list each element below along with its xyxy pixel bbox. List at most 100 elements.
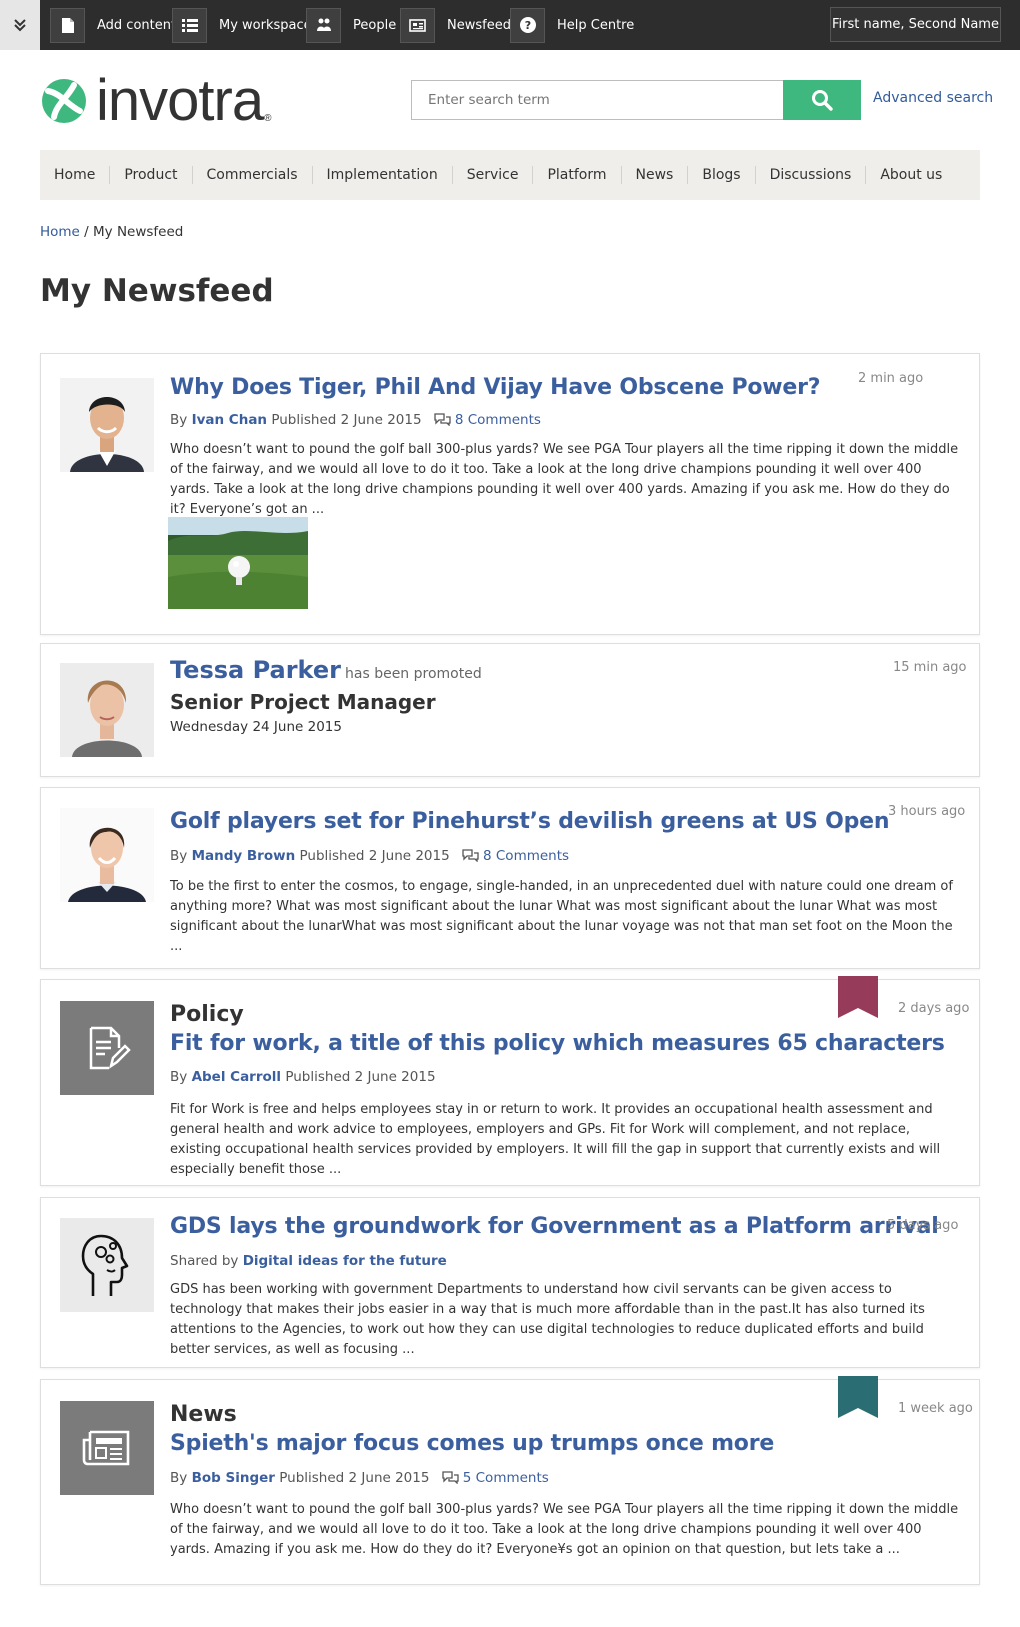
- person-link[interactable]: Tessa Parker: [170, 656, 341, 684]
- comments-icon: [462, 849, 479, 862]
- meta-by-label: By: [170, 412, 188, 428]
- feed-item-title[interactable]: Spieth's major focus comes up trumps onc…: [170, 1431, 774, 1456]
- admin-toolbar: Add content My workspace People Newsfeed…: [0, 0, 1020, 50]
- feed-item-title[interactable]: GDS lays the groundwork for Government a…: [170, 1214, 939, 1239]
- shared-by-label: Shared by: [170, 1253, 239, 1269]
- promotion-role: Senior Project Manager: [170, 690, 436, 714]
- feed-item-excerpt: Who doesn’t want to pound the golf ball …: [170, 442, 959, 517]
- search-input[interactable]: [411, 80, 784, 120]
- nav-item-home[interactable]: Home: [40, 166, 111, 184]
- policy-type-tile[interactable]: [60, 1001, 154, 1095]
- idea-type-tile[interactable]: [60, 1218, 154, 1312]
- logo-wordmark: invotra: [96, 68, 264, 133]
- feed-item-time: 2 min ago: [858, 371, 924, 386]
- toolbar-newsfeed-label: Newsfeed: [447, 17, 511, 33]
- person-avatar[interactable]: [60, 663, 154, 757]
- bookmark-icon[interactable]: [838, 976, 878, 1018]
- toolbar-people[interactable]: People: [306, 0, 396, 50]
- list-icon: [172, 7, 207, 43]
- newspaper-icon: [400, 7, 435, 43]
- feed-item-time: 2 days ago: [898, 1001, 970, 1016]
- question-icon: ?: [510, 7, 545, 43]
- feed-item-time: 3 hours ago: [888, 804, 966, 819]
- toolbar-add-content[interactable]: Add content: [50, 0, 176, 50]
- feed-item-title[interactable]: Fit for work, a title of this policy whi…: [170, 1031, 945, 1056]
- nav-item-about-us[interactable]: About us: [866, 166, 956, 184]
- comments-link[interactable]: 8 Comments: [434, 412, 541, 428]
- author-link[interactable]: Mandy Brown: [192, 848, 296, 864]
- head-gears-icon: [81, 1234, 129, 1296]
- news-type-tile[interactable]: [60, 1401, 154, 1495]
- author-link[interactable]: Ivan Chan: [192, 412, 267, 428]
- feed-item-excerpt: Who doesn’t want to pound the golf ball …: [170, 1502, 959, 1557]
- toolbar-newsfeed[interactable]: Newsfeed: [400, 0, 511, 50]
- comments-link[interactable]: 5 Comments: [442, 1470, 549, 1486]
- nav-item-service[interactable]: Service: [453, 166, 534, 184]
- advanced-search-link[interactable]: Advanced search: [873, 90, 993, 106]
- promoted-person-name: Tessa Parker has been promoted: [170, 656, 482, 684]
- feed-item-meta: By Bob Singer Published 2 June 2015 5 Co…: [170, 1470, 549, 1486]
- author-avatar[interactable]: [60, 808, 154, 902]
- feed-item-excerpt: To be the first to enter the cosmos, to …: [170, 879, 953, 954]
- comments-count: 5 Comments: [462, 1470, 549, 1486]
- invotra-logo-mark-icon: [42, 79, 86, 123]
- meta-by-label: By: [170, 848, 188, 864]
- toolbar-my-workspace[interactable]: My workspace: [172, 0, 312, 50]
- bookmark-icon[interactable]: [838, 1376, 878, 1418]
- feed-item-title[interactable]: Why Does Tiger, Phil And Vijay Have Obsc…: [170, 375, 821, 400]
- user-menu-button[interactable]: First name, Second Name: [830, 7, 1001, 42]
- invotra-logo[interactable]: invotra ®: [40, 72, 271, 130]
- published-date: Published 2 June 2015: [299, 848, 450, 864]
- author-avatar[interactable]: [60, 378, 154, 472]
- comments-link[interactable]: 8 Comments: [462, 848, 569, 864]
- logo-registered-mark: ®: [264, 113, 272, 124]
- comments-icon: [442, 1471, 459, 1484]
- feed-item: Golf players set for Pinehurst’s devilis…: [40, 787, 980, 969]
- feed-item-time: 5 days ago: [887, 1218, 959, 1233]
- search-button[interactable]: [783, 80, 861, 120]
- policy-document-edit-icon: [89, 1026, 131, 1070]
- toolbar-toggle-button[interactable]: [0, 0, 40, 50]
- toolbar-help-centre-label: Help Centre: [557, 17, 635, 33]
- author-link[interactable]: Bob Singer: [192, 1470, 275, 1486]
- feed-item-type-label: Policy: [170, 1002, 244, 1027]
- feed-item-type-label: News: [170, 1402, 237, 1427]
- article-thumbnail-golf-ball[interactable]: [168, 517, 308, 609]
- feed-item-excerpt: GDS has been working with government Dep…: [170, 1282, 925, 1357]
- meta-by-label: By: [170, 1470, 188, 1486]
- nav-item-commercials[interactable]: Commercials: [193, 166, 313, 184]
- published-date: Published 2 June 2015: [279, 1470, 430, 1486]
- feed-item-meta: Shared by Digital ideas for the future: [170, 1253, 447, 1269]
- nav-item-implementation[interactable]: Implementation: [313, 166, 453, 184]
- main-navigation: Home Product Commercials Implementation …: [40, 150, 980, 200]
- svg-text:?: ?: [524, 19, 530, 32]
- toolbar-my-workspace-label: My workspace: [219, 17, 312, 33]
- nav-item-news[interactable]: News: [622, 166, 689, 184]
- promotion-action: has been promoted: [345, 666, 482, 682]
- nav-item-platform[interactable]: Platform: [533, 166, 622, 184]
- feed-item-promotion: Tessa Parker has been promoted Senior Pro…: [40, 643, 980, 777]
- toolbar-add-content-label: Add content: [97, 17, 177, 33]
- search-icon: [812, 90, 833, 111]
- feed-item-policy: Policy Fit for work, a title of this pol…: [40, 976, 980, 1186]
- breadcrumb-separator: /: [79, 224, 94, 240]
- toolbar-help-centre[interactable]: ? Help Centre: [510, 0, 634, 50]
- people-icon: [306, 7, 341, 43]
- meta-by-label: By: [170, 1069, 188, 1085]
- feed-item-shared: GDS lays the groundwork for Government a…: [40, 1197, 980, 1368]
- group-link[interactable]: Digital ideas for the future: [243, 1253, 447, 1269]
- feed-item-time: 1 week ago: [898, 1401, 973, 1416]
- feed-item: Why Does Tiger, Phil And Vijay Have Obsc…: [40, 353, 980, 635]
- feed-item-meta: By Abel Carroll Published 2 June 2015: [170, 1069, 436, 1085]
- published-date: Published 2 June 2015: [285, 1069, 436, 1085]
- breadcrumb-current: My Newsfeed: [93, 224, 184, 240]
- breadcrumb: Home / My Newsfeed: [40, 224, 183, 240]
- nav-item-discussions[interactable]: Discussions: [756, 166, 867, 184]
- nav-item-product[interactable]: Product: [110, 166, 193, 184]
- feed-item-excerpt: Fit for Work is free and helps employees…: [170, 1102, 941, 1177]
- breadcrumb-home-link[interactable]: Home: [40, 224, 80, 240]
- nav-item-blogs[interactable]: Blogs: [688, 166, 756, 184]
- feed-item-title[interactable]: Golf players set for Pinehurst’s devilis…: [170, 809, 890, 834]
- feed-item-news: News Spieth's major focus comes up trump…: [40, 1376, 980, 1585]
- author-link[interactable]: Abel Carroll: [192, 1069, 281, 1085]
